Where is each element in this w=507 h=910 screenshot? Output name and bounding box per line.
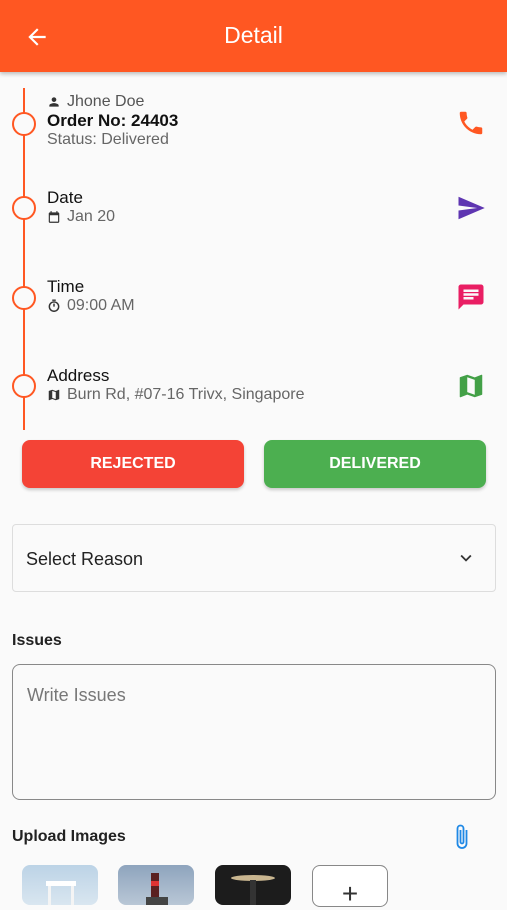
reason-dropdown[interactable]: Select Reason <box>12 524 496 592</box>
map-small-icon <box>48 389 60 401</box>
timeline-dot <box>12 286 36 310</box>
phone-icon[interactable] <box>456 108 486 138</box>
page-title: Detail <box>224 22 283 48</box>
image-thumbnail-3[interactable] <box>215 865 291 905</box>
delivered-button[interactable]: DELIVERED <box>264 440 486 488</box>
time-value: 09:00 AM <box>67 297 135 314</box>
upload-images-label: Upload Images <box>12 828 126 845</box>
timeline-dot <box>12 196 36 220</box>
calendar-icon <box>48 211 60 223</box>
message-icon[interactable] <box>456 282 486 312</box>
reason-dropdown-label: Select Reason <box>26 549 144 569</box>
time-info: Time 09:00 AM <box>47 277 135 315</box>
customer-name: Jhone Doe <box>67 93 145 110</box>
timeline-dot <box>12 374 36 398</box>
date-title: Date <box>47 188 83 207</box>
date-value: Jan 20 <box>67 208 116 225</box>
image-thumbnail-2[interactable] <box>118 865 194 905</box>
timeline-dot <box>12 112 36 136</box>
timer-icon <box>48 299 60 312</box>
order-number: Order No: 24403 <box>47 111 179 130</box>
image-thumbnail-1[interactable] <box>22 865 98 905</box>
time-title: Time <box>47 277 85 296</box>
add-icon: + <box>341 878 359 909</box>
person-icon <box>49 97 59 107</box>
dark-object-image <box>231 875 275 905</box>
address-value: Burn Rd, #07-16 Trivx, Singapore <box>67 386 305 403</box>
order-info: Jhone Doe Order No: 24403 Status: Delive… <box>47 93 178 149</box>
address-title: Address <box>47 366 110 385</box>
map-icon[interactable] <box>456 371 486 401</box>
attach-icon[interactable] <box>450 822 474 854</box>
stool-image <box>46 881 76 905</box>
address-info: Address Burn Rd, #07-16 Trivx, Singapore <box>47 366 304 404</box>
add-image-button[interactable]: + <box>312 865 388 909</box>
issues-textarea[interactable]: Write Issues <box>12 664 496 800</box>
issues-label: Issues <box>12 632 62 649</box>
lighthouse-image <box>146 873 168 905</box>
issues-placeholder: Write Issues <box>27 685 126 705</box>
rejected-button[interactable]: REJECTED <box>22 440 244 488</box>
order-status: Status: Delivered <box>47 131 169 148</box>
chevron-down-icon <box>460 554 472 562</box>
send-icon[interactable] <box>456 193 486 223</box>
date-info: Date Jan 20 <box>47 188 115 226</box>
app-bar: Detail <box>0 0 507 72</box>
